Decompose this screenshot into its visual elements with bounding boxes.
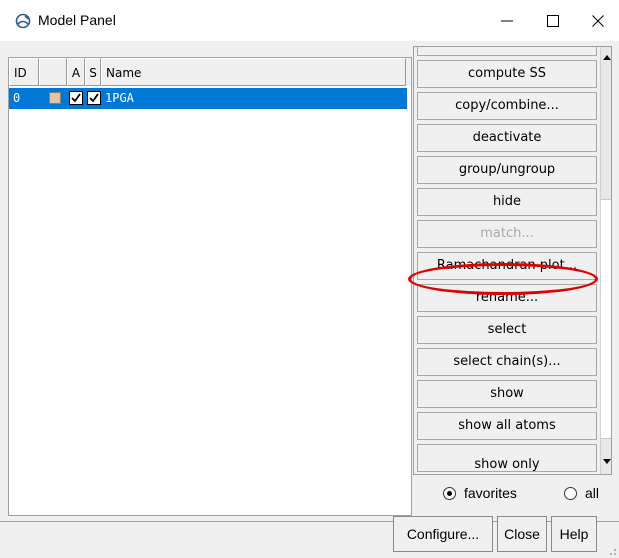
configure-button[interactable]: Configure... xyxy=(393,516,493,552)
table-header: ID A S Name xyxy=(9,58,411,86)
resize-grip-icon[interactable] xyxy=(607,546,617,556)
favorites-label: favorites xyxy=(464,485,517,501)
column-header-shown[interactable]: S xyxy=(85,58,101,86)
cmd-close-button[interactable]: close xyxy=(417,47,597,56)
close-window-button[interactable] xyxy=(575,0,619,41)
scroll-down-button[interactable] xyxy=(601,453,611,469)
column-header-name[interactable]: Name xyxy=(101,58,406,86)
cmd-deactivate-button[interactable]: deactivate xyxy=(417,124,597,152)
checkmark-icon xyxy=(89,93,99,103)
favorites-radio[interactable]: favorites xyxy=(443,485,517,501)
close-button[interactable]: Close xyxy=(497,516,547,552)
minimize-icon xyxy=(501,20,513,21)
cmd-compute-ss-button[interactable]: compute SS xyxy=(417,60,597,88)
title-bar: Model Panel xyxy=(0,0,619,41)
cmd-show-button[interactable]: show xyxy=(417,380,597,408)
cmd-copy-combine-button[interactable]: copy/combine... xyxy=(417,92,597,120)
triangle-up-icon xyxy=(602,54,611,60)
help-button[interactable]: Help xyxy=(551,516,597,552)
radio-unselected-icon xyxy=(564,486,577,500)
model-id-cell: 0 xyxy=(13,91,21,105)
cmd-select-button[interactable]: select xyxy=(417,316,597,344)
cmd-show-all-atoms-button[interactable]: show all atoms xyxy=(417,412,597,440)
cmd-select-chains-button[interactable]: select chain(s)... xyxy=(417,348,597,376)
scrollbar-thumb[interactable] xyxy=(601,199,611,439)
triangle-down-icon xyxy=(602,458,611,464)
chimera-app-icon xyxy=(15,13,31,29)
command-list: close compute SS copy/combine... deactiv… xyxy=(413,46,612,475)
close-icon xyxy=(592,14,604,27)
checkmark-icon xyxy=(71,93,81,103)
client-area: ID A S Name 0 1PGA close compute SS copy… xyxy=(0,41,619,558)
all-label: all xyxy=(585,485,600,501)
cmd-hide-button[interactable]: hide xyxy=(417,188,597,216)
scroll-up-button[interactable] xyxy=(601,49,611,65)
model-name-cell: 1PGA xyxy=(105,91,134,105)
shown-checkbox[interactable] xyxy=(87,91,101,105)
active-checkbox[interactable] xyxy=(69,91,83,105)
cmd-show-only-button[interactable]: show only xyxy=(417,444,597,472)
cmd-group-ungroup-button[interactable]: group/ungroup xyxy=(417,156,597,184)
cmd-ramachandran-plot-button[interactable]: Ramachandran plot... xyxy=(417,252,597,280)
column-header-id[interactable]: ID xyxy=(9,58,39,86)
all-radio[interactable]: all xyxy=(564,485,599,501)
column-header-color[interactable] xyxy=(39,58,67,86)
model-table: ID A S Name 0 1PGA xyxy=(8,57,412,516)
model-color-swatch[interactable] xyxy=(49,92,61,104)
window-title: Model Panel xyxy=(38,12,116,28)
cmd-rename-button[interactable]: rename... xyxy=(417,284,597,312)
table-row[interactable]: 0 1PGA xyxy=(9,88,407,109)
maximize-button[interactable] xyxy=(530,0,576,41)
maximize-icon xyxy=(547,14,559,27)
minimize-button[interactable] xyxy=(484,0,530,41)
radio-selected-icon xyxy=(443,486,456,500)
column-header-active[interactable]: A xyxy=(67,58,85,86)
cmd-match-button[interactable]: match... xyxy=(417,220,597,248)
command-scrollbar[interactable] xyxy=(600,47,611,474)
